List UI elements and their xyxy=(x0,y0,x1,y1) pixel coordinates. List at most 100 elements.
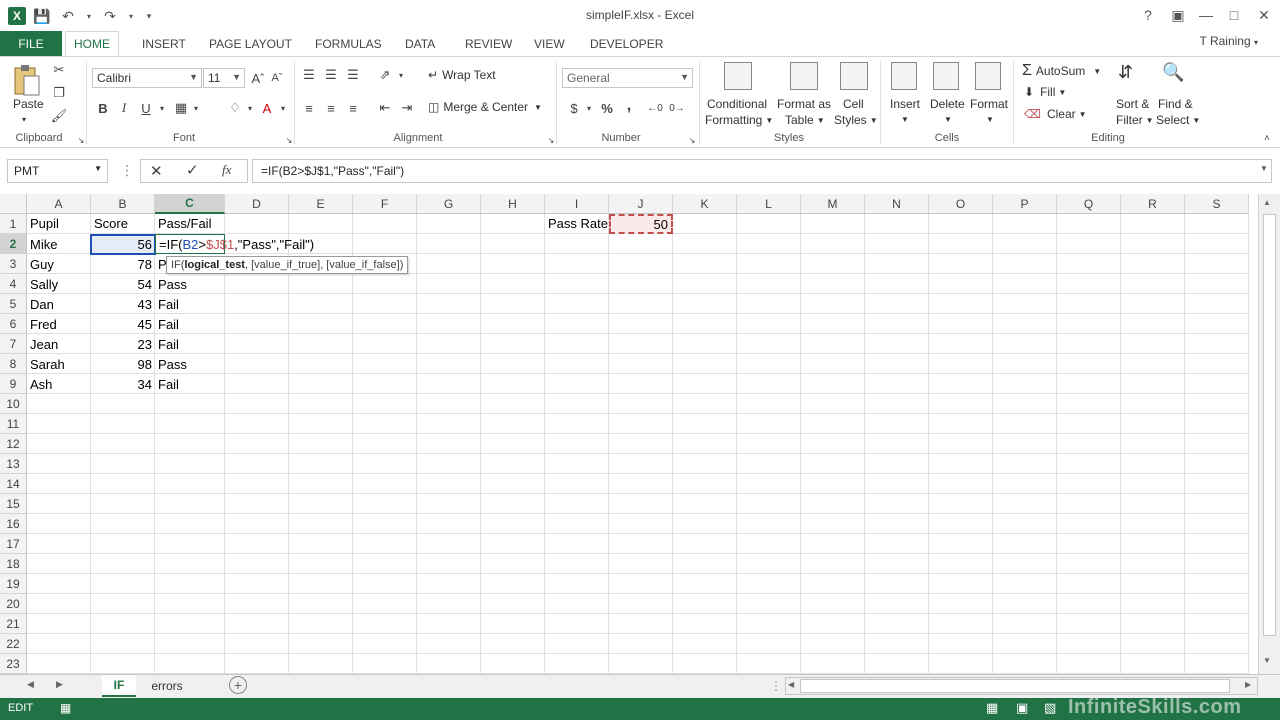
row-header-21[interactable]: 21 xyxy=(0,614,27,634)
grid-cell[interactable] xyxy=(929,214,993,234)
column-header-a[interactable]: A xyxy=(27,194,91,214)
grid-cell[interactable] xyxy=(1057,334,1121,354)
scroll-right-icon[interactable]: ▶ xyxy=(1245,680,1251,689)
font-name-combo[interactable]: Calibri ▼ xyxy=(92,68,202,88)
currency-dropdown-icon[interactable]: ▾ xyxy=(580,99,598,117)
split-handle-icon[interactable]: ⋮ xyxy=(770,679,782,693)
grid-cell[interactable] xyxy=(481,214,545,234)
grid-cell[interactable] xyxy=(993,414,1057,434)
grid-cell[interactable] xyxy=(801,394,865,414)
grid-cell[interactable] xyxy=(353,534,417,554)
percent-button[interactable]: % xyxy=(598,99,616,117)
align-left-icon[interactable]: ≡ xyxy=(300,99,318,117)
format-painter-icon[interactable]: 🖌 xyxy=(50,107,68,125)
grid-cell[interactable] xyxy=(1121,354,1185,374)
grid-cell[interactable] xyxy=(929,374,993,394)
grid-cell[interactable] xyxy=(353,474,417,494)
grid-cell[interactable] xyxy=(993,514,1057,534)
grid-cell[interactable] xyxy=(91,494,155,514)
grid-cell[interactable] xyxy=(289,654,353,674)
grid-cell[interactable] xyxy=(155,494,225,514)
paste-dropdown-icon[interactable]: ▾ xyxy=(22,115,26,124)
grid-cell[interactable] xyxy=(737,254,801,274)
grid-cell[interactable] xyxy=(353,654,417,674)
grid-cell[interactable] xyxy=(865,494,929,514)
tab-review[interactable]: REVIEW xyxy=(465,31,512,56)
grid-cell[interactable] xyxy=(289,554,353,574)
grid-cell[interactable] xyxy=(1185,294,1249,314)
grid-cell[interactable] xyxy=(545,354,609,374)
grid-cell[interactable] xyxy=(673,634,737,654)
cell-pupil[interactable]: Guy xyxy=(27,254,91,274)
grid-cell[interactable] xyxy=(353,234,417,254)
grid-cell[interactable] xyxy=(737,454,801,474)
grid-cell[interactable] xyxy=(609,434,673,454)
column-header-k[interactable]: K xyxy=(673,194,737,214)
grid-cell[interactable] xyxy=(417,434,481,454)
grid-cell[interactable] xyxy=(737,274,801,294)
grid-cell[interactable] xyxy=(1057,374,1121,394)
grid-cell[interactable] xyxy=(673,594,737,614)
grid-cell[interactable] xyxy=(929,414,993,434)
grid-cell[interactable] xyxy=(545,474,609,494)
borders-dropdown-icon[interactable]: ▾ xyxy=(187,99,205,117)
grid-cell[interactable] xyxy=(1057,554,1121,574)
grid-cell[interactable] xyxy=(993,234,1057,254)
grid-cell[interactable] xyxy=(353,574,417,594)
grid-cell[interactable] xyxy=(673,374,737,394)
grid-cell[interactable] xyxy=(289,274,353,294)
prev-sheet-icon[interactable]: ◀ xyxy=(27,679,34,690)
grid-cell[interactable] xyxy=(1121,334,1185,354)
grid-cell[interactable] xyxy=(27,534,91,554)
grid-cell[interactable] xyxy=(417,374,481,394)
grid-cell[interactable] xyxy=(417,634,481,654)
grid-cell[interactable] xyxy=(801,414,865,434)
grid-cell[interactable] xyxy=(481,574,545,594)
grid-cell[interactable] xyxy=(91,454,155,474)
grid-cell[interactable] xyxy=(1121,534,1185,554)
grid-cell[interactable] xyxy=(673,614,737,634)
grid-cell[interactable] xyxy=(737,494,801,514)
grid-cell[interactable] xyxy=(929,574,993,594)
grid-cell[interactable] xyxy=(1121,474,1185,494)
grid-cell[interactable] xyxy=(91,554,155,574)
grid-cell[interactable] xyxy=(289,514,353,534)
fill-button[interactable]: ⬇ Fill ▼ xyxy=(1024,85,1066,99)
grid-cell[interactable] xyxy=(545,634,609,654)
grid-cell[interactable] xyxy=(353,354,417,374)
grid-cell[interactable] xyxy=(155,454,225,474)
grid-cell[interactable] xyxy=(801,314,865,334)
row-header-13[interactable]: 13 xyxy=(0,454,27,474)
font-size-combo[interactable]: 11 ▼ xyxy=(203,68,245,88)
grid-cell[interactable] xyxy=(1057,574,1121,594)
grid-cell[interactable] xyxy=(353,394,417,414)
grid-cell[interactable] xyxy=(865,654,929,674)
grid-cell[interactable] xyxy=(801,514,865,534)
grid-cell[interactable] xyxy=(1185,534,1249,554)
grid-cell[interactable] xyxy=(91,634,155,654)
grid-cell[interactable] xyxy=(417,334,481,354)
grid-cell[interactable] xyxy=(1185,514,1249,534)
delete-cells-button[interactable]: Delete xyxy=(930,97,965,111)
conditional-formatting-button[interactable]: Formatting ▼ xyxy=(705,113,773,127)
grid-cell[interactable] xyxy=(1185,354,1249,374)
grid-cell[interactable] xyxy=(1185,554,1249,574)
cell-i1[interactable]: Pass Rate xyxy=(545,214,609,234)
user-account[interactable]: T Raining ▾ xyxy=(1200,34,1259,48)
name-box[interactable]: PMT ▼ xyxy=(7,159,108,183)
grid-cell[interactable] xyxy=(1185,414,1249,434)
insert-function-icon[interactable]: fx xyxy=(222,162,231,178)
row-header-12[interactable]: 12 xyxy=(0,434,27,454)
cancel-icon[interactable]: ✕ xyxy=(150,162,163,180)
row-header-17[interactable]: 17 xyxy=(0,534,27,554)
grid-cell[interactable] xyxy=(353,494,417,514)
italic-button[interactable]: I xyxy=(115,99,133,117)
grid-cell[interactable] xyxy=(1057,274,1121,294)
grid-cell[interactable] xyxy=(801,354,865,374)
bold-button[interactable]: B xyxy=(94,99,112,117)
grid-cell[interactable] xyxy=(545,614,609,634)
row-header-10[interactable]: 10 xyxy=(0,394,27,414)
cell-pupil[interactable]: Jean xyxy=(27,334,91,354)
font-launcher-icon[interactable]: ↘ xyxy=(280,131,298,149)
number-format-combo[interactable]: General ▼ xyxy=(562,68,693,88)
